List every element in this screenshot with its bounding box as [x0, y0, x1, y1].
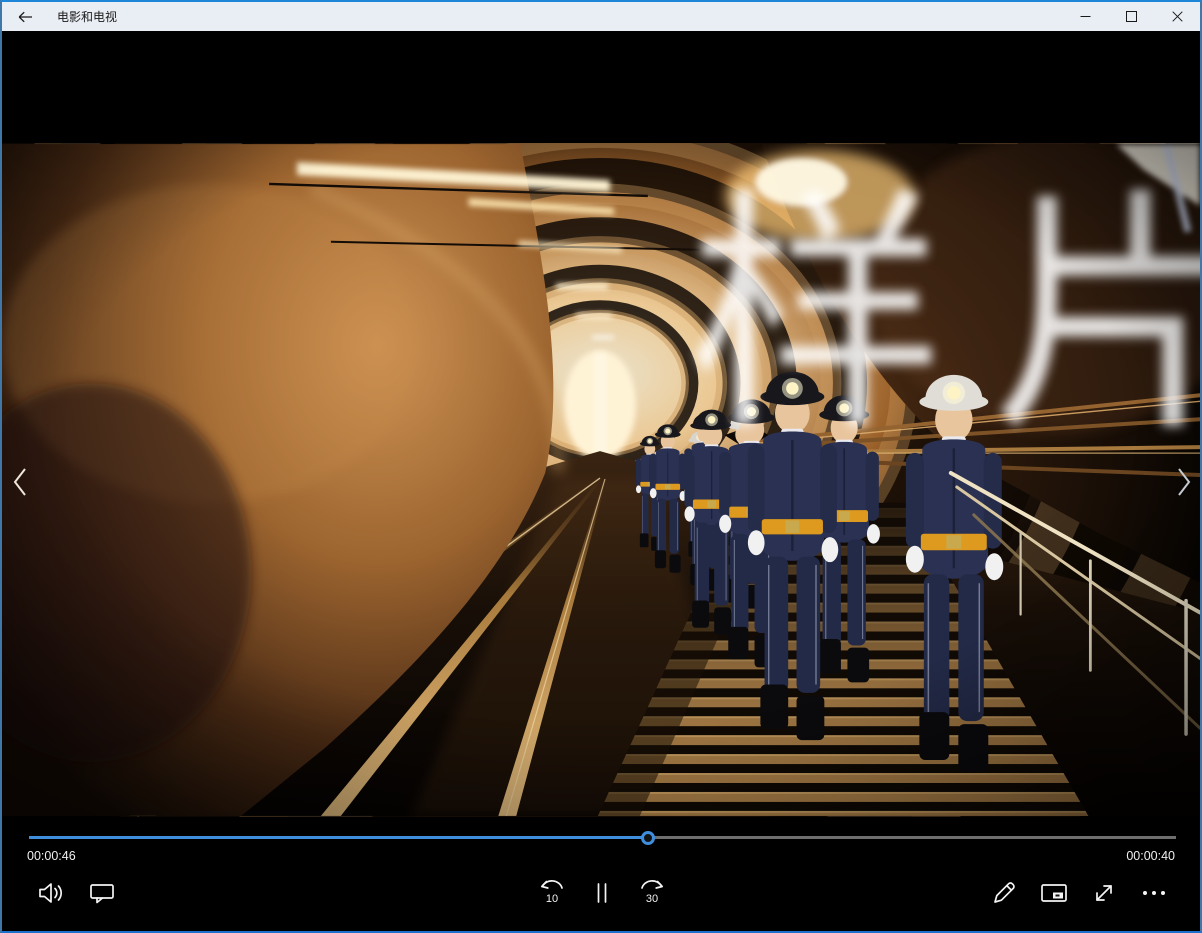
volume-button[interactable]: [29, 871, 73, 915]
video-frame[interactable]: 样片: [2, 143, 1200, 817]
elapsed-time: 00:00:46: [27, 849, 76, 863]
arrow-left-icon: [18, 11, 33, 23]
remaining-time: 00:00:40: [1126, 849, 1175, 863]
pencil-icon: [991, 880, 1017, 906]
window-title: 电影和电视: [57, 8, 117, 25]
maximize-button[interactable]: [1108, 2, 1154, 31]
volume-icon: [37, 881, 65, 905]
captions-button[interactable]: [80, 871, 124, 915]
titlebar: 电影和电视: [2, 2, 1200, 31]
more-options-button[interactable]: [1132, 871, 1176, 915]
next-button[interactable]: [1171, 462, 1197, 502]
skip-forward-button[interactable]: 30: [630, 871, 674, 915]
player-stage: 样片 00:00:46 00:00:40: [2, 31, 1200, 931]
seek-progress: [29, 836, 648, 839]
seek-thumb[interactable]: [641, 831, 655, 845]
skip-back-button[interactable]: 10: [530, 871, 574, 915]
mini-player-button[interactable]: [1032, 871, 1076, 915]
mini-player-icon: [1040, 882, 1068, 904]
chevron-left-icon: [12, 467, 28, 497]
skip-back-seconds: 10: [546, 893, 558, 905]
time-row: 00:00:46 00:00:40: [27, 849, 1175, 863]
maximize-icon: [1126, 11, 1137, 22]
edit-button[interactable]: [982, 871, 1026, 915]
ellipsis-icon: [1141, 889, 1167, 897]
movies-tv-window: 电影和电视: [0, 0, 1202, 933]
close-button[interactable]: [1154, 2, 1200, 31]
seek-bar[interactable]: [29, 836, 1176, 839]
skip-forward-icon: 30: [637, 877, 667, 909]
fullscreen-button[interactable]: [1082, 871, 1126, 915]
skip-back-icon: 10: [537, 877, 567, 909]
back-button[interactable]: [2, 2, 48, 31]
chevron-right-icon: [1176, 467, 1192, 497]
pause-icon: [593, 881, 611, 905]
skip-forward-seconds: 30: [646, 893, 658, 905]
previous-button[interactable]: [7, 462, 33, 502]
close-icon: [1172, 11, 1183, 22]
fullscreen-icon: [1091, 880, 1117, 906]
minimize-icon: [1080, 11, 1091, 22]
pause-button[interactable]: [580, 871, 624, 915]
minimize-button[interactable]: [1062, 2, 1108, 31]
closed-captions-icon: [89, 881, 115, 905]
video-scene: 样片: [2, 143, 1200, 817]
